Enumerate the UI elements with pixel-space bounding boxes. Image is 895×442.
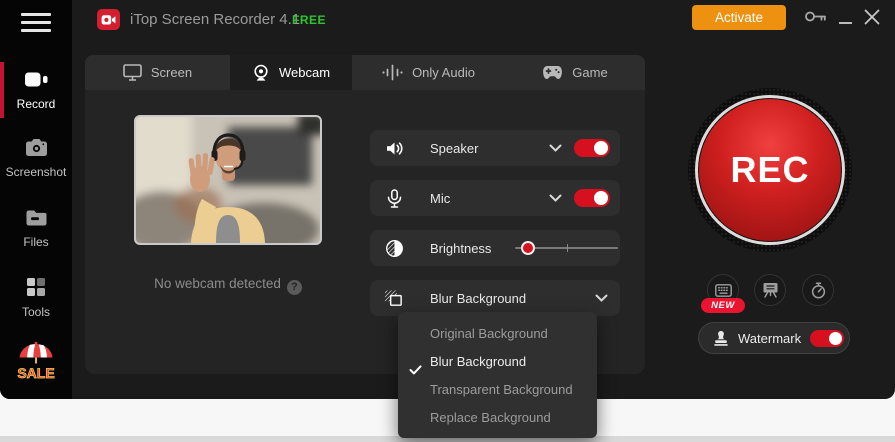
stopwatch-icon [811,281,825,298]
slider-center-tick [566,244,568,252]
sidebar-item-label: Screenshot [5,165,67,179]
license-key-icon[interactable] [804,9,827,29]
webcam-preview [134,115,322,245]
menu-item-label: Replace Background [430,410,551,425]
speaker-icon [384,140,404,157]
background-select[interactable]: Blur Background [370,280,620,316]
menu-item-replace-background[interactable]: Replace Background [398,404,597,432]
menu-item-original-background[interactable]: Original Background [398,320,597,348]
monitor-icon [123,64,142,81]
sidebar-item-tools[interactable]: Tools [0,277,72,319]
webcam-icon [252,64,270,82]
stamp-icon [713,330,729,347]
watermark-label: Watermark [738,330,802,346]
sidebar-item-label: Record [16,97,56,111]
menu-item-label: Transparent Background [430,382,573,397]
sidebar-item-label: Tools [21,305,50,319]
new-badge: NEW [701,298,745,313]
keyboard-icon [714,283,732,297]
license-badge: FREE [292,13,327,27]
sidebar-item-sale[interactable]: SALE [0,339,72,386]
menu-item-blur-background[interactable]: Blur Background [398,348,597,376]
mic-toggle[interactable] [574,189,610,207]
sidebar-item-files[interactable]: Files [0,209,72,249]
help-icon[interactable]: ? [286,280,302,295]
tab-screen[interactable]: Screen [85,55,230,90]
sale-text: SALE [17,365,54,381]
sidebar-item-record[interactable]: Record [0,70,72,111]
sidebar-item-label: Files [23,235,49,249]
background-dropdown-menu: Original Background Blur Background Tran… [398,312,597,438]
gamepad-icon [542,65,563,80]
whiteboard-icon [763,283,777,298]
brightness-icon [384,239,404,258]
watermark-control[interactable]: Watermark [698,322,850,354]
slider-thumb[interactable] [521,241,535,255]
menu-item-label: Original Background [430,326,548,341]
brightness-slider[interactable] [515,241,618,255]
rec-button-face: REC [699,99,841,241]
rec-label: REC [730,149,810,190]
sidebar: Record Screenshot Files Tools SALE [0,0,72,399]
tab-label: Screen [150,65,193,80]
brightness-row: Brightness [370,230,620,266]
hamburger-menu-icon[interactable] [21,13,51,33]
webcam-status: No webcam detected? [134,276,322,295]
grid-icon [0,277,72,300]
waveform-icon [382,64,403,81]
speaker-toggle[interactable] [574,139,610,157]
activate-button[interactable]: Activate [692,5,786,30]
tab-webcam[interactable]: Webcam [230,55,352,90]
webcam-preview-image [136,117,320,243]
background-chevron-down-icon[interactable] [595,294,608,302]
whiteboard-button[interactable] [754,274,786,306]
photo-camera-icon [0,138,72,160]
rec-button[interactable]: REC [688,88,852,252]
background-select-value: Blur Background [430,290,527,306]
close-button[interactable] [862,7,882,27]
app-logo-icon [97,9,120,30]
timer-button[interactable] [802,274,834,306]
menu-item-transparent-background[interactable]: Transparent Background [398,376,597,404]
sale-umbrella-icon: SALE [17,341,55,381]
mic-chevron-down-icon[interactable] [549,194,562,202]
blur-background-icon [384,289,404,308]
folder-icon [0,209,72,230]
webcam-status-text: No webcam detected [154,276,281,291]
brightness-label: Brightness [430,240,492,256]
tab-label: Webcam [278,65,331,80]
mic-icon [384,188,404,208]
tab-only-audio[interactable]: Only Audio [352,55,505,90]
watermark-toggle[interactable] [810,329,845,347]
speaker-label: Speaker [430,140,479,156]
mic-label: Mic [430,190,451,206]
app-title: iTop Screen Recorder 4.1 [130,11,301,28]
menu-item-label: Blur Background [430,354,527,369]
tab-label: Only Audio [412,65,475,80]
video-camera-icon [0,70,72,92]
screen: iTop Screen Recorder 4.1 FREE Activate R… [0,0,895,442]
tab-label: Game [572,65,608,80]
speaker-chevron-down-icon[interactable] [549,144,562,152]
sidebar-item-screenshot[interactable]: Screenshot [0,138,72,179]
minimize-button[interactable] [838,8,854,26]
mic-row: Mic [370,180,620,216]
speaker-row: Speaker [370,130,620,166]
tab-game[interactable]: Game [505,55,645,90]
